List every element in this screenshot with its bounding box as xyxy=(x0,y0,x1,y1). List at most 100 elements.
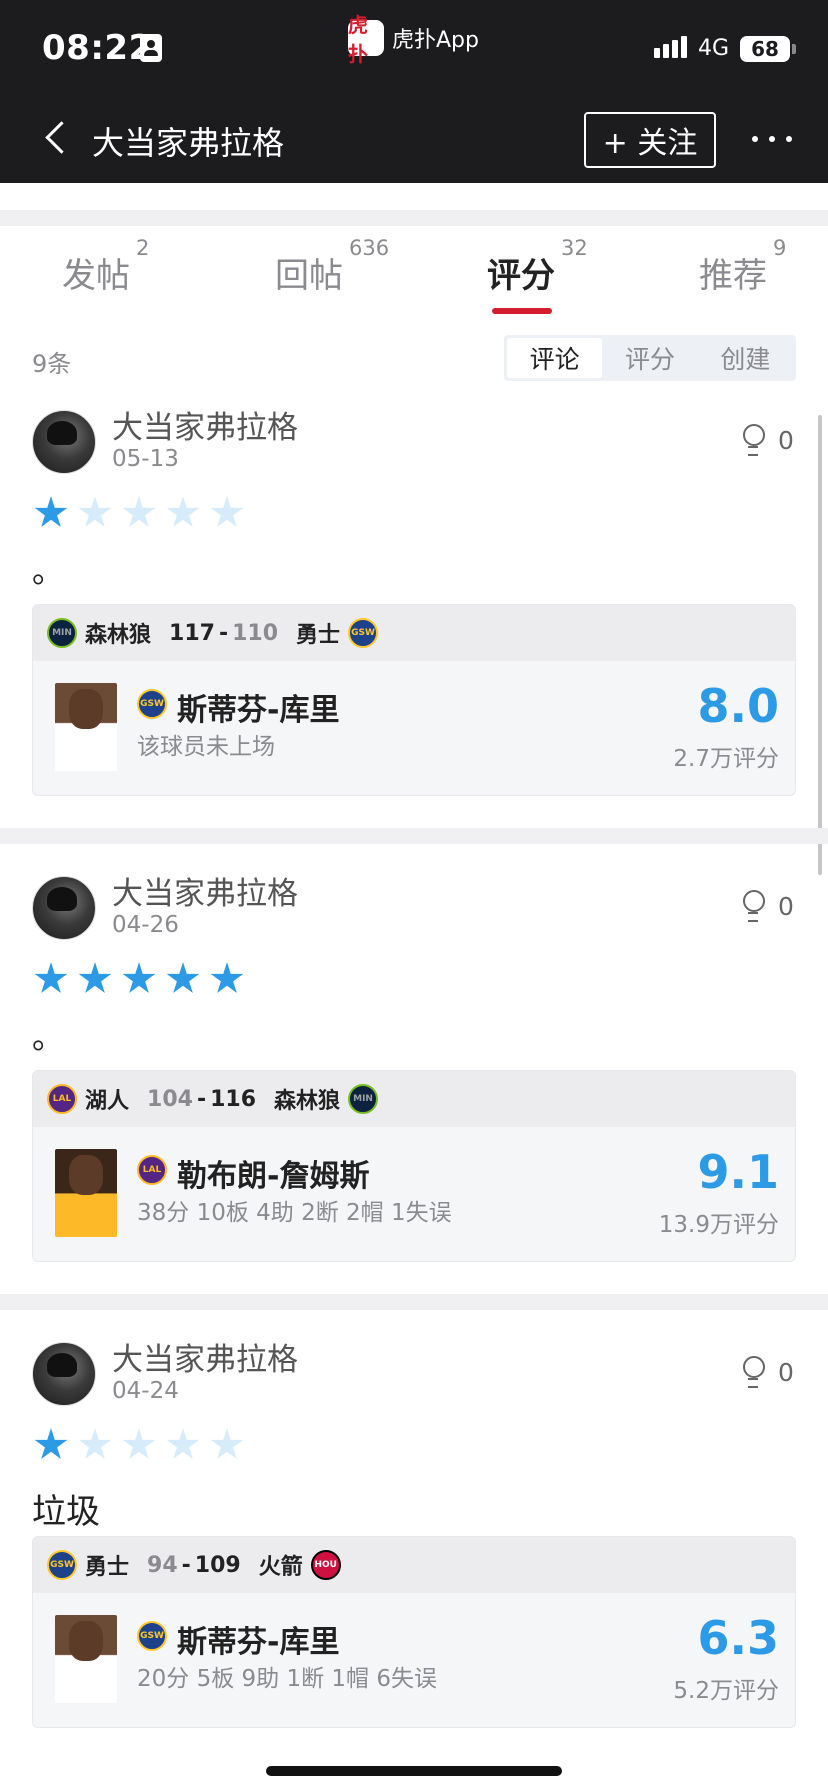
star-icon xyxy=(34,1428,68,1459)
star-rating xyxy=(34,496,244,530)
lightbulb-icon[interactable] xyxy=(741,890,767,922)
star-icon xyxy=(166,1428,200,1459)
segment-ratings[interactable]: 评分 xyxy=(602,338,697,378)
result-count: 9条 xyxy=(32,350,72,378)
lightbulb-icon[interactable] xyxy=(741,424,767,456)
team-b-name: 火箭 xyxy=(258,1555,303,1580)
battery-icon: 68 xyxy=(740,36,796,62)
star-icon xyxy=(78,496,112,527)
star-icon xyxy=(122,1428,156,1459)
team-a-name: 湖人 xyxy=(85,1089,130,1114)
active-tab-indicator xyxy=(492,308,552,314)
avatar[interactable] xyxy=(32,876,96,940)
player-stat-line: 38分 10板 4助 2断 2帽 1失误 xyxy=(137,1200,452,1226)
game-header[interactable]: LAL 湖人 104 - 116 森林狼 MIN xyxy=(33,1071,795,1127)
back-to-app-link[interactable]: 虎扑 虎扑App xyxy=(348,13,479,66)
segment-comments[interactable]: 评论 xyxy=(507,338,603,378)
segment-created[interactable]: 创建 xyxy=(698,338,793,378)
star-icon xyxy=(34,496,68,527)
rating-post[interactable]: 大当家弗拉格 05-13 0 。 MIN 森林狼 117 - 110 勇士 GS… xyxy=(0,410,828,810)
back-arrow-icon[interactable] xyxy=(42,120,70,156)
more-icon[interactable] xyxy=(752,124,792,154)
light-count: 0 xyxy=(778,1358,794,1387)
avatar[interactable] xyxy=(32,410,96,474)
team-logo-icon: GSW xyxy=(348,618,379,648)
profile-tabs: 发帖 2 回帖 636 评分 32 推荐 9 xyxy=(0,222,828,317)
player-rating: 6.3 xyxy=(697,1611,780,1665)
star-icon xyxy=(78,962,112,993)
post-text: 。 xyxy=(32,1018,65,1056)
team-logo-icon: GSW xyxy=(137,1621,167,1651)
team-logo-icon: GSW xyxy=(137,689,167,719)
app-name: 虎扑App xyxy=(392,28,479,53)
tab-count: 9 xyxy=(773,236,787,260)
star-rating xyxy=(34,1428,244,1462)
tab-posts[interactable]: 发帖 2 xyxy=(62,236,149,297)
follow-button[interactable]: + 关注 xyxy=(584,112,716,168)
game-header[interactable]: GSW 勇士 94 - 109 火箭 HOU xyxy=(33,1537,795,1593)
player-stat-line: 20分 5板 9助 1断 1帽 6失误 xyxy=(137,1666,437,1692)
game-header[interactable]: MIN 森林狼 117 - 110 勇士 GSW xyxy=(33,605,795,661)
player-stat-line: 该球员未上场 xyxy=(137,734,275,760)
post-text: 垃圾 xyxy=(32,1492,100,1532)
player-name: 勒布朗-詹姆斯 xyxy=(177,1159,370,1194)
home-indicator[interactable] xyxy=(266,1766,562,1776)
score-a: 94 xyxy=(147,1552,178,1578)
star-icon xyxy=(166,496,200,527)
tab-replies[interactable]: 回帖 636 xyxy=(275,236,389,297)
player-photo xyxy=(55,1615,117,1703)
star-icon xyxy=(210,496,244,527)
team-logo-icon: MIN xyxy=(348,1084,379,1114)
user-name[interactable]: 大当家弗拉格 xyxy=(112,1334,298,1379)
rating-post[interactable]: 大当家弗拉格 04-24 0 垃圾 GSW 勇士 94 - 109 火箭 HOU… xyxy=(0,1342,828,1742)
tab-count: 32 xyxy=(561,236,588,260)
score-b: 110 xyxy=(232,620,279,646)
post-text: 。 xyxy=(32,552,65,590)
post-date: 04-26 xyxy=(112,912,179,938)
rating-count: 2.7万评分 xyxy=(673,746,779,772)
score-b: 109 xyxy=(194,1552,241,1578)
post-date: 05-13 xyxy=(112,446,179,472)
player-rating: 9.1 xyxy=(697,1145,780,1199)
star-icon xyxy=(34,962,68,993)
network-label: 4G xyxy=(698,36,730,61)
tab-count: 636 xyxy=(349,236,390,260)
star-rating xyxy=(34,962,244,996)
score-b: 116 xyxy=(210,1086,257,1112)
tab-label: 推荐 xyxy=(699,256,767,296)
top-bar: 08:22 虎扑 虎扑App 4G 68 大当家弗拉格 + 关注 xyxy=(0,0,828,183)
team-logo-icon: GSW xyxy=(47,1550,77,1580)
person-badge-icon xyxy=(140,34,162,62)
game-rating-card[interactable]: MIN 森林狼 117 - 110 勇士 GSW GSW 斯蒂芬-库里 该球员未… xyxy=(32,604,796,796)
star-icon xyxy=(210,1428,244,1459)
player-rating: 8.0 xyxy=(697,679,780,733)
tab-label: 回帖 xyxy=(275,256,343,296)
tab-label: 评分 xyxy=(487,256,555,296)
user-name[interactable]: 大当家弗拉格 xyxy=(112,868,298,913)
game-rating-card[interactable]: GSW 勇士 94 - 109 火箭 HOU GSW 斯蒂芬-库里 20分 5板… xyxy=(32,1536,796,1728)
page-title: 大当家弗拉格 xyxy=(92,124,285,162)
tab-label: 发帖 xyxy=(62,256,130,296)
signal-icon xyxy=(654,36,687,58)
team-b-name: 森林狼 xyxy=(274,1089,341,1114)
avatar[interactable] xyxy=(32,1342,96,1406)
team-b-name: 勇士 xyxy=(296,623,341,648)
game-rating-card[interactable]: LAL 湖人 104 - 116 森林狼 MIN LAL 勒布朗-詹姆斯 38分… xyxy=(32,1070,796,1262)
rating-count: 5.2万评分 xyxy=(673,1678,779,1704)
star-icon xyxy=(122,496,156,527)
team-logo-icon: MIN xyxy=(47,618,77,648)
team-logo-icon: HOU xyxy=(310,1550,341,1580)
rating-post[interactable]: 大当家弗拉格 04-26 0 。 LAL 湖人 104 - 116 森林狼 MI… xyxy=(0,876,828,1276)
divider xyxy=(0,1294,828,1310)
star-icon xyxy=(166,962,200,993)
hupu-app-icon: 虎扑 xyxy=(348,13,384,66)
player-photo xyxy=(55,683,117,771)
segmented-control: 评论 评分 创建 xyxy=(504,335,796,381)
star-icon xyxy=(122,962,156,993)
tab-ratings[interactable]: 评分 32 xyxy=(487,236,588,297)
post-date: 04-24 xyxy=(112,1378,179,1404)
user-name[interactable]: 大当家弗拉格 xyxy=(112,402,298,447)
lightbulb-icon[interactable] xyxy=(741,1356,767,1388)
team-a-name: 勇士 xyxy=(85,1555,130,1580)
tab-recommend[interactable]: 推荐 9 xyxy=(699,236,786,297)
